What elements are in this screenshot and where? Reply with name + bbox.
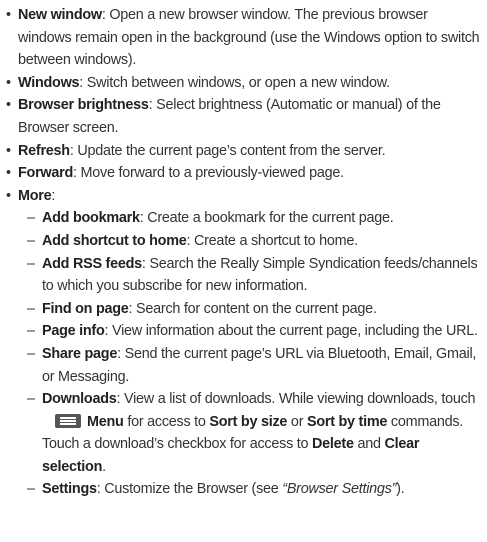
sub-term: Add bookmark [42, 210, 140, 227]
sub-term: Settings [42, 481, 97, 498]
text-segment: for access to [123, 413, 210, 430]
sub-term: Add RSS feeds [42, 255, 142, 272]
text-segment: and [353, 436, 385, 453]
browser-settings-reference: “Browser Settings” [282, 481, 397, 498]
list-item: • Forward: Move forward to a previously-… [6, 162, 481, 185]
bullet: • [6, 187, 11, 204]
sub-list-item: – Find on page: Search for content on th… [6, 298, 481, 321]
sub-list-item-settings: – Settings: Customize the Browser (see “… [6, 478, 481, 501]
sub-term: Downloads [42, 391, 117, 408]
sub-list-item: – Add shortcut to home: Create a shortcu… [6, 230, 481, 253]
bullet: • [6, 97, 11, 114]
sub-desc: : Search for content on the current page… [128, 300, 377, 317]
dash: – [27, 210, 35, 227]
dash: – [27, 232, 35, 249]
list-item: • Refresh: Update the current page’s con… [6, 140, 481, 163]
document-page: • New window: Open a new browser window.… [0, 0, 487, 542]
menu-label: Menu [87, 413, 124, 430]
sub-term: Page info [42, 323, 105, 340]
sub-desc: : View information about the current pag… [104, 323, 479, 340]
sub-desc: : Create a bookmark for the current page… [139, 210, 394, 227]
bullet: • [6, 74, 11, 91]
item-desc: : [51, 187, 56, 204]
bullet: • [6, 7, 11, 23]
list-item: • New window: Open a new browser window.… [6, 4, 481, 72]
bullet: • [6, 165, 11, 182]
item-term: Browser brightness [18, 97, 149, 114]
sub-term: Find on page [42, 300, 129, 317]
list-item: • More: [6, 185, 481, 208]
item-desc: : Switch between windows, or open a new … [79, 74, 390, 91]
item-desc: : Update the current page’s content from… [69, 142, 386, 159]
dash: – [27, 300, 35, 317]
delete-label: Delete [312, 436, 354, 453]
sub-list-item: – Page info: View information about the … [6, 320, 481, 343]
item-term: Forward [18, 165, 74, 182]
text-segment: Touch a download’s checkbox for access t… [42, 436, 313, 453]
dash: – [27, 481, 35, 498]
dash: – [27, 345, 35, 362]
list-item: • Browser brightness: Select brightness … [6, 94, 481, 139]
item-term: More [18, 187, 52, 204]
sub-list-item: – Share page: Send the current page’s UR… [6, 343, 481, 388]
bullet: • [6, 142, 11, 159]
sort-by-time-label: Sort by time [306, 413, 388, 430]
text-segment: commands. [387, 413, 464, 430]
text-segment: ). [396, 481, 405, 498]
list-item: • Windows: Switch between windows, or op… [6, 72, 481, 95]
sub-list-item: – Add RSS feeds: Search the Really Simpl… [6, 253, 481, 298]
sub-term: Share page [42, 345, 118, 362]
sub-list-item-downloads: – Downloads: View a list of downloads. W… [6, 388, 481, 478]
dash: – [27, 255, 35, 272]
menu-icon [55, 413, 81, 428]
sub-desc: : Customize the Browser (see [96, 481, 283, 498]
dash: – [27, 323, 35, 340]
item-term: Refresh [18, 142, 70, 159]
sub-term: Add shortcut to home [42, 232, 187, 249]
sort-by-size-label: Sort by size [209, 413, 288, 430]
item-term: Windows [18, 74, 80, 91]
item-desc: : Move forward to a previously-viewed pa… [73, 165, 344, 182]
text-segment: . [102, 458, 106, 475]
sub-list-item: – Add bookmark: Create a bookmark for th… [6, 207, 481, 230]
dash: – [27, 391, 35, 408]
text-segment: or [287, 413, 307, 430]
sub-desc: : Create a shortcut to home. [186, 232, 359, 249]
item-term: New window [18, 7, 102, 23]
sub-desc: : View a list of downloads. While viewin… [116, 391, 476, 408]
